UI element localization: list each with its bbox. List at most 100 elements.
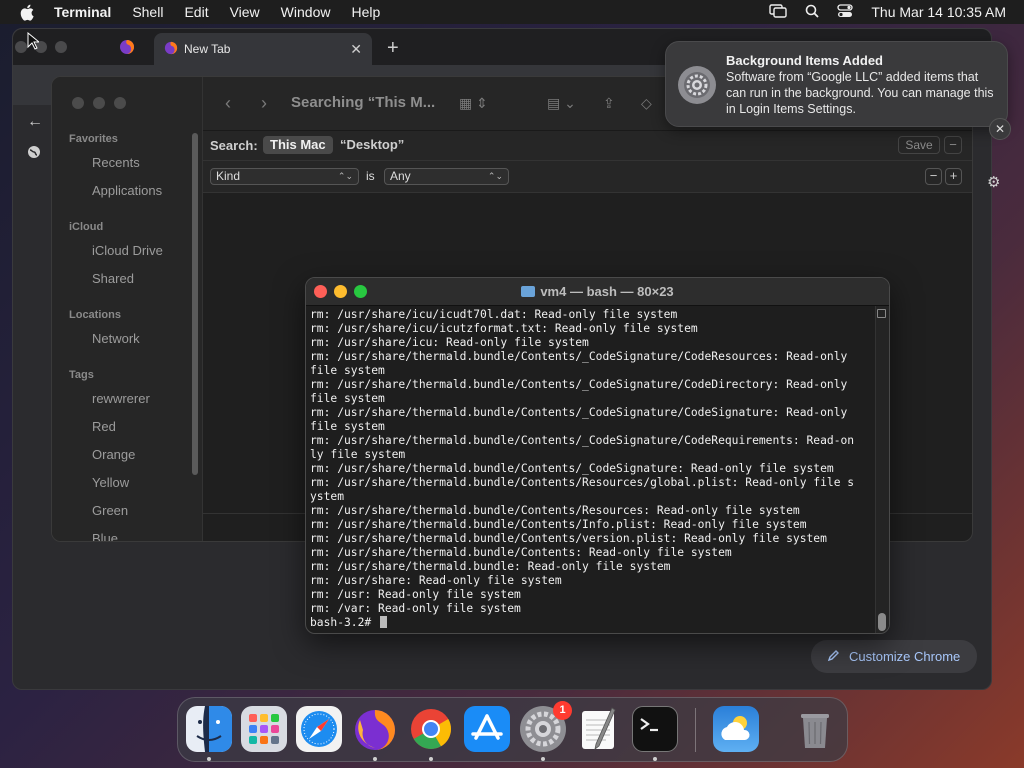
finder-minimize-button[interactable] [93, 97, 105, 109]
tab-title: New Tab [184, 42, 231, 56]
safari-icon[interactable] [296, 706, 342, 752]
search-criteria-row: Kind ⌃⌄ is Any ⌃⌄ − + [203, 161, 972, 193]
firefox-icon[interactable] [352, 706, 398, 752]
tab-new-tab[interactable]: New Tab ✕ [154, 33, 372, 65]
sidebar-item-shared[interactable]: Shared [92, 271, 134, 286]
group-icon[interactable]: ▤ ⌄ [547, 95, 576, 112]
globe-icon[interactable] [27, 145, 41, 164]
finder-icon[interactable] [186, 706, 232, 752]
terminal-line: rm: /usr/share/thermald.bundle/Contents/… [310, 406, 848, 419]
terminal-prompt-line[interactable]: bash-3.2# [310, 616, 876, 630]
terminal-line: rm: /usr/share/thermald.bundle/Contents/… [310, 518, 807, 531]
apple-icon[interactable] [18, 3, 36, 21]
terminal-output[interactable]: rm: /usr/share/icu/icudt70l.dat: Read-on… [310, 307, 876, 631]
sidebar-tag-yellow[interactable]: Yellow [92, 475, 129, 490]
sidebar-tag-blue[interactable]: Blue [92, 531, 118, 541]
menu-app-name[interactable]: Terminal [54, 4, 111, 20]
search-label: Search: [210, 138, 258, 153]
remove-criteria-icon[interactable]: − [925, 168, 942, 185]
criteria-attribute-popup[interactable]: Kind ⌃⌄ [210, 168, 359, 185]
terminal-line: rm: /usr/share/thermald.bundle/Contents/… [310, 434, 855, 447]
sidebar-header-favorites: Favorites [69, 133, 118, 145]
terminal-line: rm: /usr/share/thermald.bundle: Read-onl… [310, 560, 671, 573]
sidebar-item-applications[interactable]: Applications [92, 183, 162, 198]
finder-zoom-button[interactable] [114, 97, 126, 109]
scope-this-mac-button[interactable]: This Mac [263, 136, 333, 154]
terminal-running-indicator [653, 757, 657, 761]
sidebar-item-icloud-drive[interactable]: iCloud Drive [92, 243, 163, 258]
terminal-line: ystem [310, 490, 345, 503]
chrome-close-button[interactable] [15, 41, 27, 53]
chrome-settings-icon[interactable]: ⚙ [987, 173, 1000, 191]
terminal-titlebar[interactable]: vm4 — bash — 80×23 [306, 278, 889, 306]
menu-bar: Terminal Shell Edit View Window Help Thu… [0, 0, 1024, 24]
firefox-tab-icon[interactable] [119, 39, 135, 60]
sidebar-scrollbar[interactable] [192, 133, 198, 475]
popup-arrows-icon: ⌃⌄ [487, 171, 503, 181]
finder-running-indicator [207, 757, 211, 761]
menu-edit[interactable]: Edit [184, 4, 208, 20]
terminal-window[interactable]: vm4 — bash — 80×23 rm: /usr/share/icu/ic… [305, 277, 890, 634]
criteria-value: Any [390, 169, 411, 183]
menu-view[interactable]: View [230, 4, 260, 20]
back-chevron-icon[interactable]: ‹ [225, 93, 231, 114]
chrome-zoom-button[interactable] [55, 41, 67, 53]
icon-view-icon[interactable]: ▦ ⇕ [459, 95, 488, 112]
save-search-button[interactable]: Save [898, 136, 940, 154]
terminal-scrollbar-thumb[interactable] [878, 613, 886, 631]
terminal-scrollbar-track[interactable] [875, 306, 889, 633]
system-settings-badge: 1 [553, 701, 572, 720]
notification-banner[interactable]: Background Items Added Software from “Go… [665, 41, 1008, 127]
sidebar-tag-green[interactable]: Green [92, 503, 128, 518]
finder-window-title: Searching “This M... [291, 94, 436, 111]
sidebar-tag-rewwrerer[interactable]: rewwrerer [92, 391, 150, 406]
scope-desktop-button[interactable]: “Desktop” [333, 136, 411, 154]
close-tab-icon[interactable]: ✕ [350, 41, 362, 58]
menu-help[interactable]: Help [351, 4, 380, 20]
forward-chevron-icon[interactable]: › [261, 93, 267, 114]
launchpad-icon[interactable] [241, 706, 287, 752]
finder-close-button[interactable] [72, 97, 84, 109]
screen-mirroring-icon[interactable] [769, 3, 788, 21]
menubar-clock[interactable]: Thu Mar 14 10:35 AM [871, 4, 1006, 20]
spotlight-search-icon[interactable] [805, 4, 819, 21]
tag-icon[interactable]: ◇ [641, 95, 652, 112]
terminal-line: rm: /usr/share/icu/icutzformat.txt: Read… [310, 322, 698, 335]
notification-title: Background Items Added [726, 53, 883, 68]
weather-icon[interactable] [713, 706, 759, 752]
mouse-pointer-icon [27, 31, 41, 55]
terminal-icon[interactable] [632, 706, 678, 752]
remove-search-icon[interactable]: − [944, 136, 962, 154]
popup-arrows-icon: ⌃⌄ [337, 171, 353, 181]
firefox-running-indicator [373, 757, 377, 761]
menu-window[interactable]: Window [281, 4, 331, 20]
menu-shell[interactable]: Shell [132, 4, 163, 20]
terminal-line: rm: /usr/share/icu: Read-only file syste… [310, 336, 589, 349]
terminal-line: rm: /usr: Read-only file system [310, 588, 521, 601]
back-arrow-icon[interactable]: ← [27, 113, 43, 131]
new-tab-icon[interactable]: + [387, 37, 399, 60]
terminal-line: rm: /usr/share/thermald.bundle/Contents/… [310, 350, 848, 363]
dock-separator [695, 708, 696, 752]
criteria-value-popup[interactable]: Any ⌃⌄ [384, 168, 509, 185]
customize-chrome-button[interactable]: Customize Chrome [811, 640, 977, 673]
sidebar-tag-red[interactable]: Red [92, 419, 116, 434]
system-settings-running-indicator [541, 757, 545, 761]
add-criteria-icon[interactable]: + [945, 168, 962, 185]
app-store-icon[interactable] [464, 706, 510, 752]
sidebar-item-recents[interactable]: Recents [92, 155, 140, 170]
share-icon[interactable]: ⇪ [603, 95, 615, 112]
finder-sidebar: Favorites Recents Applications iCloud iC… [52, 77, 203, 541]
terminal-prompt: bash-3.2# [310, 616, 379, 629]
textedit-icon[interactable] [576, 706, 622, 752]
customize-chrome-label: Customize Chrome [849, 649, 961, 664]
control-center-icon[interactable] [837, 3, 854, 21]
sidebar-tag-orange[interactable]: Orange [92, 447, 135, 462]
trash-icon[interactable] [792, 706, 838, 752]
terminal-line: rm: /var: Read-only file system [310, 602, 521, 615]
notification-body: Software from “Google LLC” added items t… [726, 70, 994, 116]
terminal-line: rm: /usr/share/thermald.bundle/Contents/… [310, 378, 848, 391]
notification-close-icon[interactable]: ✕ [989, 118, 1011, 140]
chrome-icon[interactable] [408, 706, 454, 752]
sidebar-item-network[interactable]: Network [92, 331, 140, 346]
